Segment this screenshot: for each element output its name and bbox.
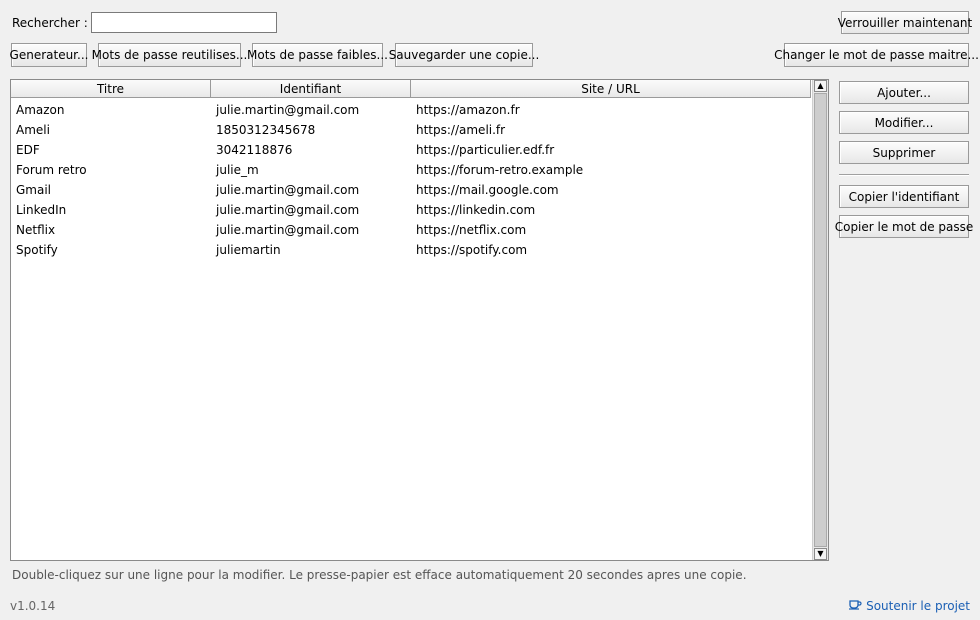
search-label: Rechercher : (12, 16, 88, 30)
lock-now-button[interactable]: Verrouiller maintenant (838, 11, 972, 34)
table-row[interactable]: Amazon julie.martin@gmail.com https://am… (11, 100, 811, 120)
change-master-password-button[interactable]: Changer le mot de passe maitre... (774, 43, 979, 67)
table-row[interactable]: Forum retro julie_m https://forum-retro.… (11, 160, 811, 180)
support-link-label[interactable]: Soutenir le projet (866, 599, 970, 613)
cell-identifier: julie_m (216, 163, 259, 177)
column-header-identifier[interactable]: Identifiant (211, 80, 411, 98)
cell-identifier: julie.martin@gmail.com (216, 223, 360, 237)
save-backup-button[interactable]: Sauvegarder une copie... (389, 43, 539, 67)
cell-title: EDF (16, 143, 40, 157)
cell-title: Spotify (16, 243, 58, 257)
delete-button[interactable]: Supprimer (839, 141, 969, 164)
cell-identifier: juliemartin (216, 243, 281, 257)
vertical-scrollbar[interactable]: ▲ ▼ (812, 80, 828, 560)
reused-passwords-button[interactable]: Mots de passe reutilises... (92, 43, 247, 67)
cell-url: https://spotify.com (416, 243, 528, 257)
cell-url: https://particulier.edf.fr (416, 143, 555, 157)
column-header-url[interactable]: Site / URL (411, 80, 811, 98)
cell-url: https://ameli.fr (416, 123, 506, 137)
table-row[interactable]: LinkedIn julie.martin@gmail.com https://… (11, 200, 811, 220)
cell-title: Netflix (16, 223, 56, 237)
cell-url: https://linkedin.com (416, 203, 536, 217)
credentials-table[interactable]: Titre Identifiant Site / URL Amazon juli… (10, 79, 829, 561)
copy-identifier-button[interactable]: Copier l'identifiant (839, 185, 969, 208)
edit-button[interactable]: Modifier... (839, 111, 969, 134)
table-row[interactable]: EDF 3042118876 https://particulier.edf.f… (11, 140, 811, 160)
support-link[interactable]: Soutenir le projet (848, 598, 970, 613)
table-row[interactable]: Gmail julie.martin@gmail.com https://mai… (11, 180, 811, 200)
side-divider (839, 174, 969, 176)
cell-identifier: julie.martin@gmail.com (216, 103, 360, 117)
weak-passwords-button[interactable]: Mots de passe faibles... (247, 43, 388, 67)
table-row[interactable]: Spotify juliemartin https://spotify.com (11, 240, 811, 260)
cell-title: Ameli (16, 123, 50, 137)
cell-identifier: julie.martin@gmail.com (216, 183, 360, 197)
cell-title: Forum retro (16, 163, 87, 177)
cell-title: Amazon (16, 103, 65, 117)
cell-identifier: 1850312345678 (216, 123, 316, 137)
cell-url: https://amazon.fr (416, 103, 520, 117)
cell-title: Gmail (16, 183, 52, 197)
down-arrow-icon[interactable]: ▼ (814, 548, 827, 560)
table-row[interactable]: Netflix julie.martin@gmail.com https://n… (11, 220, 811, 240)
cell-title: LinkedIn (16, 203, 67, 217)
cell-identifier: 3042118876 (216, 143, 293, 157)
up-arrow-icon[interactable]: ▲ (814, 80, 827, 92)
help-hint: Double-cliquez sur une ligne pour la mod… (12, 568, 747, 582)
generator-button[interactable]: Generateur... (10, 43, 88, 67)
cell-identifier: julie.martin@gmail.com (216, 203, 360, 217)
table-header: Titre Identifiant Site / URL (11, 80, 811, 98)
table-row[interactable]: Ameli 1850312345678 https://ameli.fr (11, 120, 811, 140)
cell-url: https://mail.google.com (416, 183, 559, 197)
version-label: v1.0.14 (10, 599, 56, 613)
table-body: Amazon julie.martin@gmail.com https://am… (11, 100, 811, 260)
coffee-cup-icon (848, 598, 862, 613)
copy-password-button[interactable]: Copier le mot de passe (835, 215, 973, 238)
column-header-title[interactable]: Titre (11, 80, 211, 98)
cell-url: https://forum-retro.example (416, 163, 584, 177)
add-button[interactable]: Ajouter... (839, 81, 969, 104)
cell-url: https://netflix.com (416, 223, 527, 237)
search-input[interactable] (91, 12, 277, 33)
scrollbar-thumb[interactable] (814, 93, 827, 547)
